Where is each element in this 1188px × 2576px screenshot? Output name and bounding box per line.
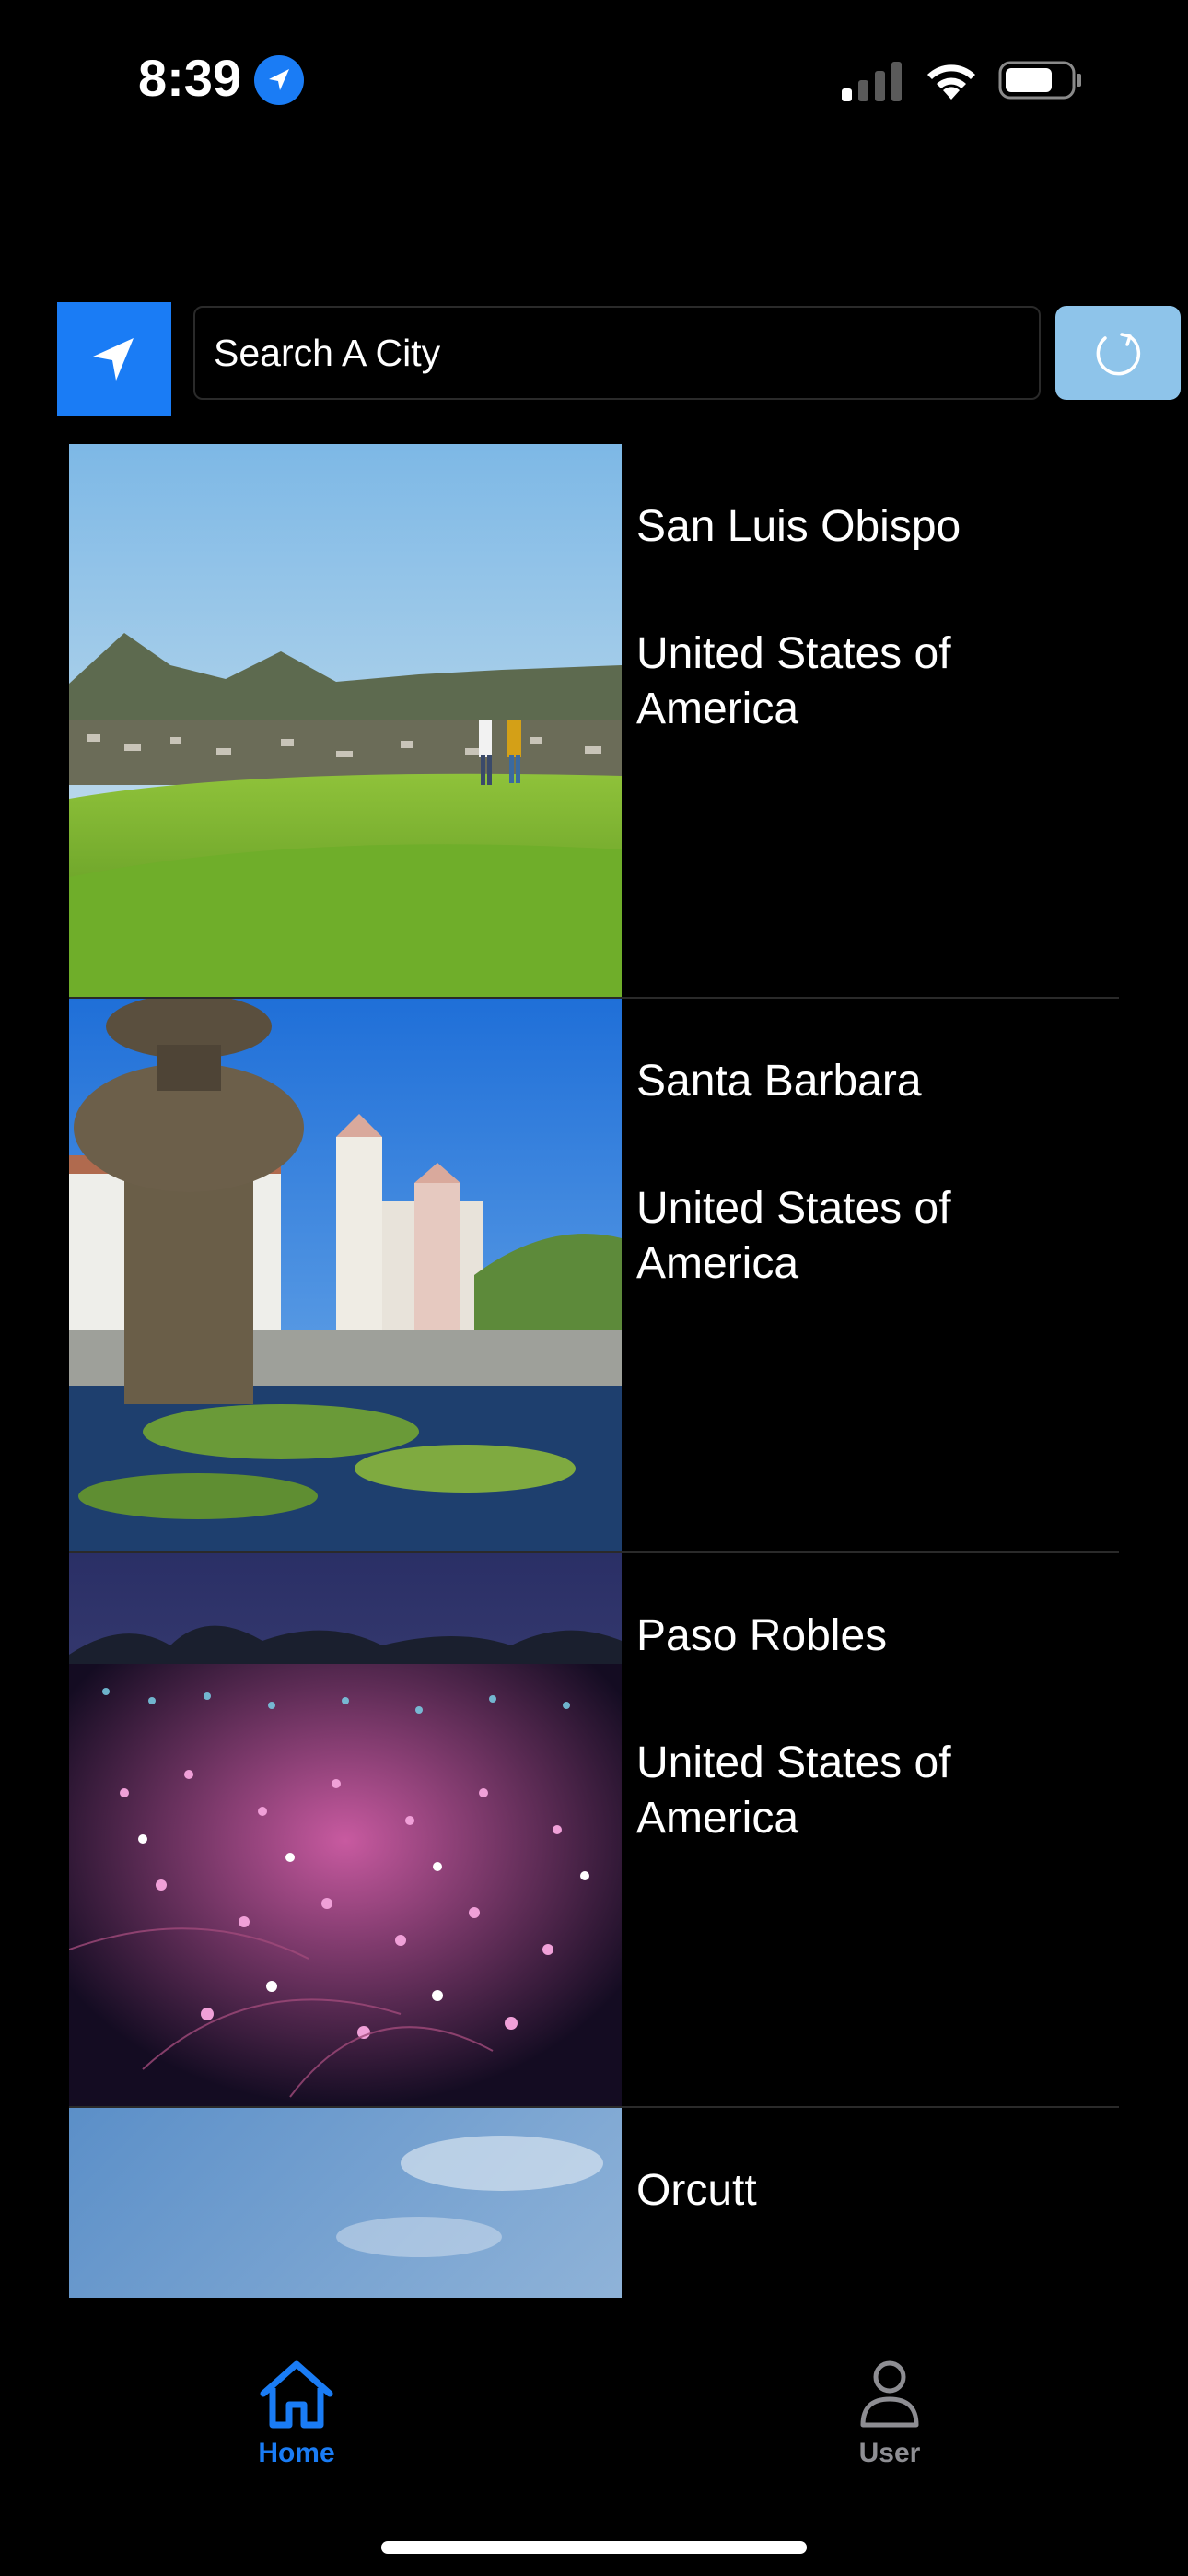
city-country: United States of America xyxy=(636,629,951,733)
cellular-signal-icon xyxy=(840,61,904,101)
home-icon xyxy=(260,2360,333,2429)
locate-me-button[interactable] xyxy=(57,302,171,416)
refresh-button[interactable] xyxy=(1055,306,1181,400)
tab-bar: Home User xyxy=(0,2298,1188,2576)
city-photo xyxy=(69,444,622,997)
search-input[interactable] xyxy=(193,306,1041,400)
city-photo xyxy=(69,2108,622,2298)
city-name: Santa Barbara xyxy=(636,1057,922,1106)
city-row-san-luis-obispo[interactable]: San Luis Obispo United States of America xyxy=(69,444,1119,999)
city-list[interactable]: San Luis Obispo United States of America xyxy=(69,444,1119,2298)
location-arrow-icon xyxy=(254,55,304,105)
location-arrow-icon xyxy=(93,338,134,381)
city-name: Paso Robles xyxy=(636,1611,888,1660)
refresh-icon xyxy=(1096,333,1141,376)
city-country: United States of America xyxy=(636,1739,951,1843)
user-icon xyxy=(860,2360,919,2428)
city-photo xyxy=(69,999,622,1551)
battery-icon xyxy=(998,59,1083,101)
status-time: 8:39 xyxy=(138,49,242,107)
tab-user-label: User xyxy=(858,2438,921,2468)
city-row-orcutt[interactable]: Orcutt xyxy=(69,2108,1119,2298)
city-name: Orcutt xyxy=(636,2166,757,2215)
tab-home-label: Home xyxy=(258,2438,335,2468)
app-screen: 8:39 Search A City San Luis Obispo Unite… xyxy=(0,0,1188,2576)
city-row-paso-robles[interactable]: Paso Robles United States of America xyxy=(69,1553,1119,2108)
tab-home[interactable]: Home xyxy=(204,2359,389,2469)
city-photo xyxy=(69,1553,622,2106)
city-row-santa-barbara[interactable]: Santa Barbara United States of America xyxy=(69,999,1119,1553)
tab-user[interactable]: User xyxy=(798,2359,982,2469)
home-indicator[interactable] xyxy=(381,2541,807,2554)
city-name: San Luis Obispo xyxy=(636,502,961,551)
city-country: United States of America xyxy=(636,1184,951,1288)
wifi-icon xyxy=(923,59,980,101)
